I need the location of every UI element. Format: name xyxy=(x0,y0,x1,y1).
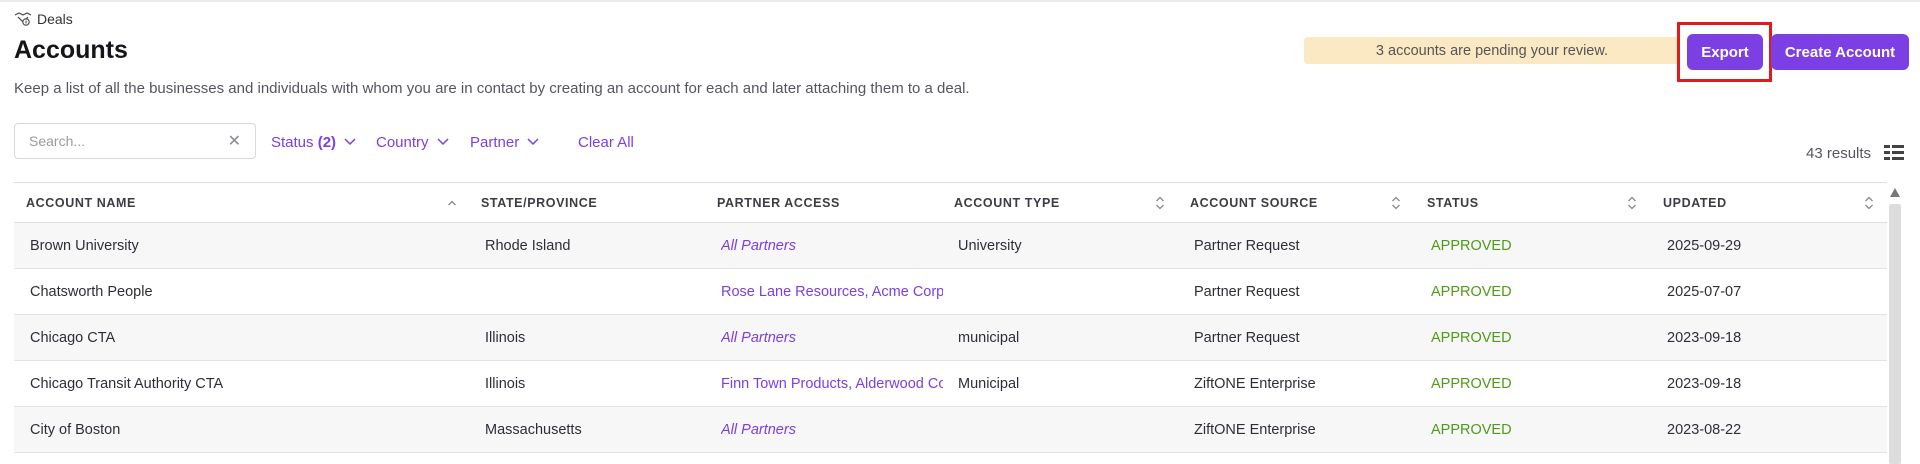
account-type-cell: Municipal xyxy=(958,376,1020,392)
updated-cell: 2025-07-07 xyxy=(1667,284,1742,300)
status-filter[interactable]: Status (2) xyxy=(271,132,356,152)
state-cell: Rhode Island xyxy=(485,238,571,254)
status-cell: APPROVED xyxy=(1431,284,1512,300)
account-source-cell: ZiftONE Enterprise xyxy=(1194,422,1316,438)
updated-cell: 2023-08-22 xyxy=(1667,422,1742,438)
pending-review-text: 3 accounts are pending your review. xyxy=(1375,42,1609,59)
scroll-up-arrow-icon[interactable] xyxy=(1890,188,1900,197)
search-input[interactable]: Search... xyxy=(29,133,228,149)
status-filter-label: Status (2) xyxy=(271,133,337,151)
col-header-account-source[interactable]: ACCOUNT SOURCE xyxy=(1190,183,1318,223)
partner-access-cell[interactable]: All Partners xyxy=(721,315,943,361)
table-row[interactable]: Chatsworth People Rose Lane Resources, A… xyxy=(14,269,1887,315)
handshake-icon xyxy=(14,12,32,26)
updated-cell: 2023-09-18 xyxy=(1667,330,1742,346)
chevron-down-icon xyxy=(527,138,539,146)
col-header-updated[interactable]: UPDATED xyxy=(1663,183,1727,223)
table-row[interactable]: Brown University Rhode Island All Partne… xyxy=(14,223,1887,269)
clear-search-icon[interactable]: ✕ xyxy=(228,131,241,151)
chevron-down-icon xyxy=(437,138,449,146)
partner-access-cell[interactable]: Finn Town Products, Alderwood Co xyxy=(721,361,943,407)
account-name-cell[interactable]: City of Boston xyxy=(30,407,470,453)
account-name-cell[interactable]: Chicago Transit Authority CTA xyxy=(30,361,470,407)
account-type-cell: University xyxy=(958,238,1022,254)
sort-ascending-icon[interactable] xyxy=(447,195,457,211)
partner-filter[interactable]: Partner xyxy=(470,132,539,152)
state-cell: Massachusetts xyxy=(485,422,582,438)
search-box[interactable]: Search... ✕ xyxy=(14,123,256,159)
status-cell: APPROVED xyxy=(1431,238,1512,254)
status-cell: APPROVED xyxy=(1431,376,1512,392)
clear-all-link[interactable]: Clear All xyxy=(578,132,634,152)
page-description: Keep a list of all the businesses and in… xyxy=(14,80,970,97)
updated-cell: 2023-09-18 xyxy=(1667,376,1742,392)
partner-filter-label: Partner xyxy=(470,133,520,151)
updated-cell: 2025-09-29 xyxy=(1667,238,1742,254)
status-cell: APPROVED xyxy=(1431,422,1512,438)
sort-icon[interactable] xyxy=(1627,195,1637,211)
results-count: 43 results xyxy=(1806,145,1872,162)
country-filter-label: Country xyxy=(376,133,429,151)
partner-access-cell[interactable]: All Partners xyxy=(721,407,943,453)
create-account-button[interactable]: Create Account xyxy=(1771,34,1909,70)
account-name-cell[interactable]: Brown University xyxy=(30,223,470,269)
scrollbar-thumb[interactable] xyxy=(1889,204,1901,464)
country-filter[interactable]: Country xyxy=(376,132,449,152)
account-source-cell: Partner Request xyxy=(1194,238,1300,254)
account-type-cell xyxy=(958,269,1178,315)
status-cell: APPROVED xyxy=(1431,330,1512,346)
account-type-cell: municipal xyxy=(958,330,1020,346)
pending-review-banner[interactable]: 3 accounts are pending your review. xyxy=(1304,37,1680,64)
state-cell: Illinois xyxy=(485,376,526,392)
account-source-cell: ZiftONE Enterprise xyxy=(1194,376,1316,392)
breadcrumb[interactable]: Deals xyxy=(14,10,73,28)
table-header: ACCOUNT NAME STATE/PROVINCE PARTNER ACCE… xyxy=(14,182,1887,223)
state-cell: Illinois xyxy=(485,330,526,346)
account-type-cell xyxy=(958,407,1178,453)
export-highlight-box xyxy=(1677,22,1772,82)
col-header-state[interactable]: STATE/PROVINCE xyxy=(481,183,597,223)
partner-access-cell[interactable]: All Partners xyxy=(721,223,943,269)
account-name-cell[interactable]: Chicago CTA xyxy=(30,315,470,361)
account-name-cell[interactable]: Chatsworth People xyxy=(30,269,470,315)
partner-access-cell[interactable]: Rose Lane Resources, Acme Corp xyxy=(721,269,943,315)
col-header-partner-access[interactable]: PARTNER ACCESS xyxy=(717,183,840,223)
sort-icon[interactable] xyxy=(1391,195,1401,211)
top-divider xyxy=(0,0,1920,2)
table-row[interactable]: Chicago Transit Authority CTA Illinois F… xyxy=(14,361,1887,407)
sort-icon[interactable] xyxy=(1155,195,1165,211)
column-settings-icon[interactable] xyxy=(1883,143,1905,163)
breadcrumb-deals-link[interactable]: Deals xyxy=(37,11,73,27)
account-source-cell: Partner Request xyxy=(1194,284,1300,300)
col-header-account-type[interactable]: ACCOUNT TYPE xyxy=(954,183,1060,223)
sort-icon[interactable] xyxy=(1864,195,1874,211)
col-header-status[interactable]: STATUS xyxy=(1427,183,1479,223)
table-row[interactable]: Chicago CTA Illinois All Partners munici… xyxy=(14,315,1887,361)
table-row[interactable]: City of Boston Massachusetts All Partner… xyxy=(14,407,1887,453)
page-title: Accounts xyxy=(14,36,128,64)
state-cell xyxy=(485,269,705,315)
accounts-table: ACCOUNT NAME STATE/PROVINCE PARTNER ACCE… xyxy=(14,182,1887,453)
col-header-account-name[interactable]: ACCOUNT NAME xyxy=(26,183,136,223)
account-source-cell: Partner Request xyxy=(1194,330,1300,346)
chevron-down-icon xyxy=(344,138,356,146)
